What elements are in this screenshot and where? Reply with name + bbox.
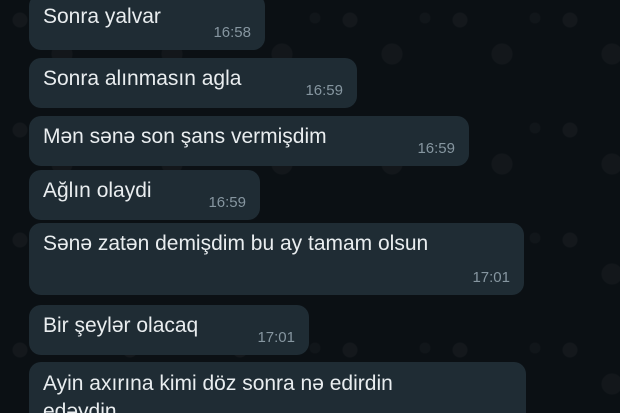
message-text: Ağlın olaydi	[43, 179, 152, 202]
message-timestamp: 16:59	[208, 194, 246, 211]
message-text: Sonra yalvar	[43, 5, 161, 28]
message-timestamp: 16:59	[417, 140, 455, 157]
message-timestamp: 16:58	[213, 24, 251, 41]
message-text-line: edəydin	[43, 400, 117, 413]
message-text-line: Ayin axırına kimi döz sonra nə edirdin	[43, 372, 393, 395]
message-bubble[interactable]: Sonra yalvar 16:58	[29, 0, 265, 50]
message-bubble[interactable]: Ağlın olaydi 16:59	[29, 170, 260, 220]
message-bubble[interactable]: Sonra alınmasın agla 16:59	[29, 58, 357, 108]
message-text: Ayin axırına kimi döz sonra nə edirdin e…	[43, 370, 393, 413]
message-bubble[interactable]: Bir şeylər olacaq 17:01	[29, 305, 309, 355]
message-timestamp: 17:01	[257, 329, 295, 346]
message-text: Sonra alınmasın agla	[43, 67, 242, 90]
chat-conversation: Sonra yalvar 16:58 Sonra alınmasın agla …	[0, 0, 620, 413]
message-text: Bir şeylər olacaq	[43, 314, 199, 337]
message-timestamp: 17:01	[472, 269, 510, 286]
message-bubble[interactable]: Sənə zatən demişdim bu ay tamam olsun 17…	[29, 223, 524, 295]
message-bubble[interactable]: Mən sənə son şans vermişdim 16:59	[29, 116, 469, 166]
message-bubble[interactable]: Ayin axırına kimi döz sonra nə edirdin e…	[29, 362, 526, 413]
message-timestamp: 16:59	[305, 82, 343, 99]
message-text: Mən sənə son şans vermişdim	[43, 125, 327, 148]
message-text: Sənə zatən demişdim bu ay tamam olsun	[43, 232, 429, 255]
